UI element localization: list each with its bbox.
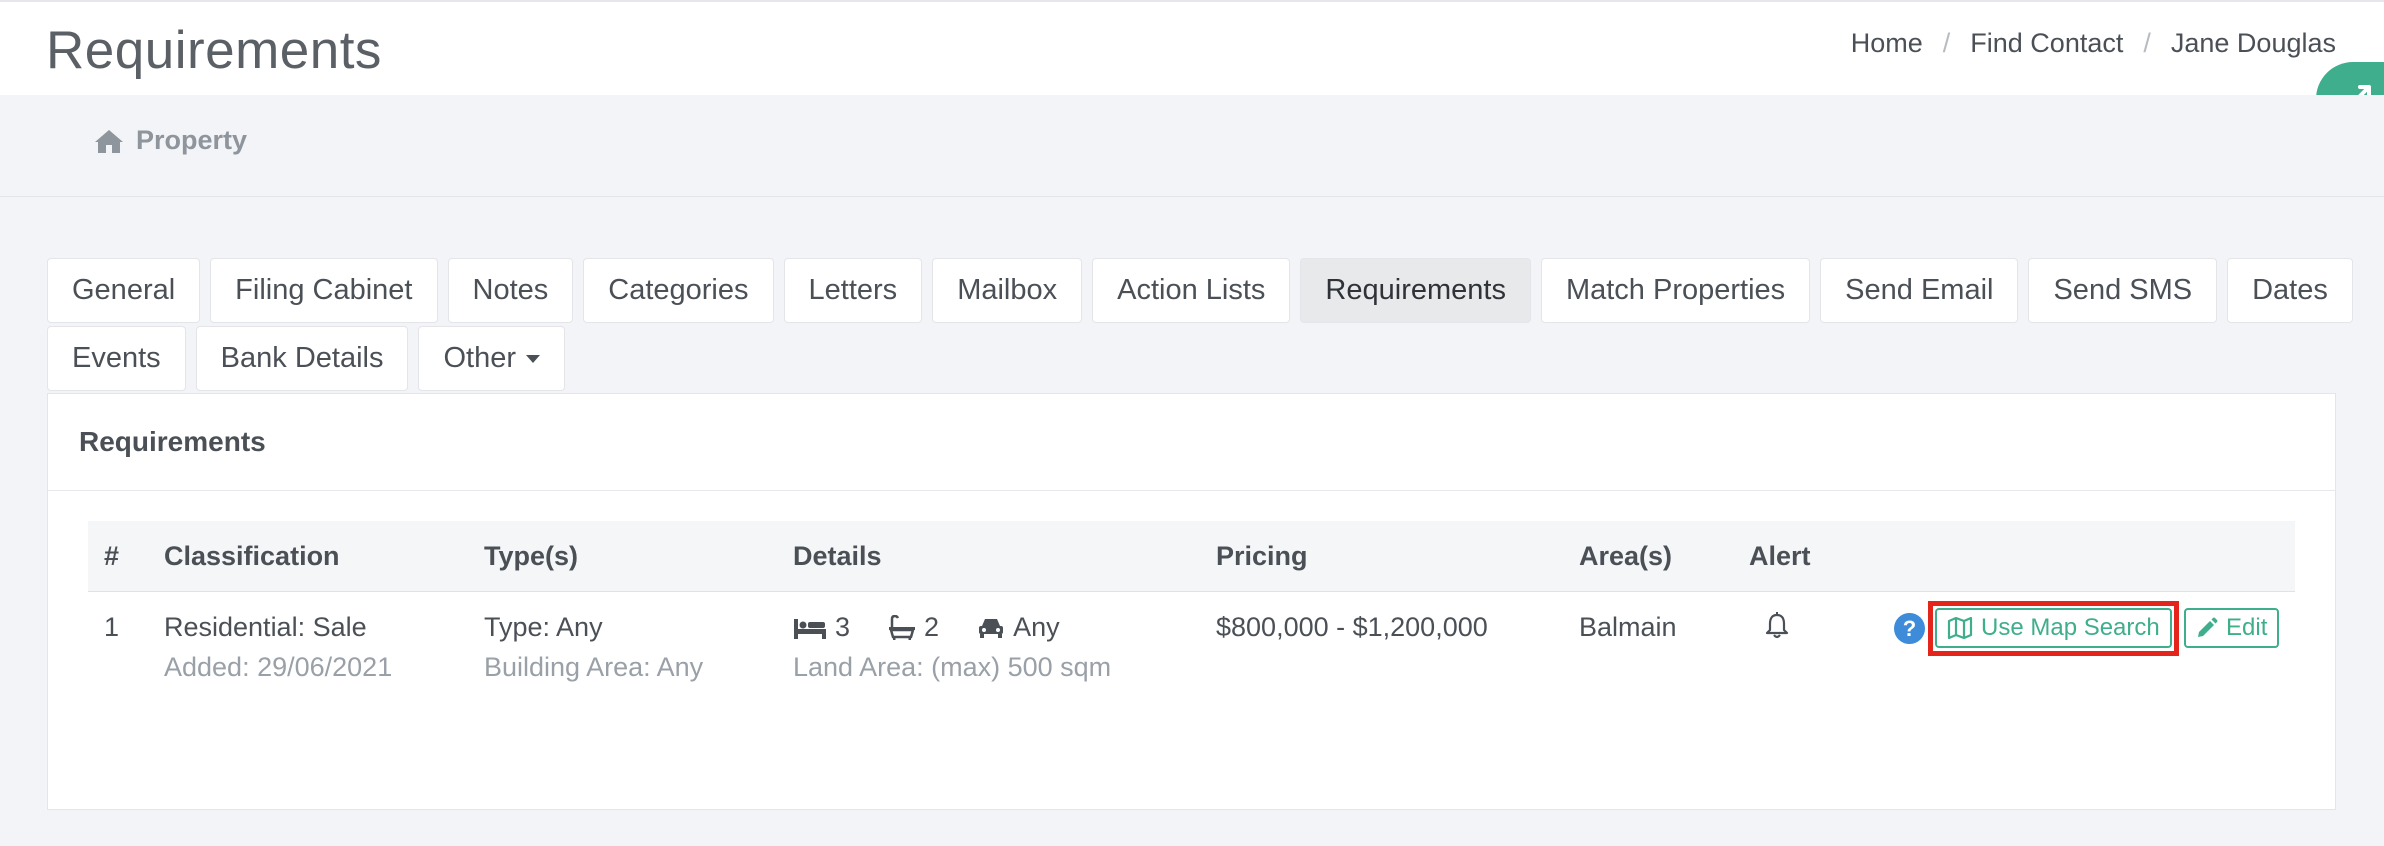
bedrooms-count: 3 xyxy=(835,612,851,642)
bedrooms: 3 xyxy=(793,612,850,643)
building-area-value: Building Area: Any xyxy=(484,652,704,682)
car-spaces: Any xyxy=(977,612,1060,643)
edit-label: Edit xyxy=(2226,614,2268,641)
details-features: 3 2 Any xyxy=(793,612,1111,643)
col-pricing: Pricing xyxy=(1216,541,1308,571)
breadcrumb-separator: / xyxy=(2143,28,2151,58)
col-number: # xyxy=(104,541,120,571)
breadcrumb-separator: / xyxy=(1942,28,1951,58)
col-alert: Alert xyxy=(1749,541,1811,571)
tab-filing-cabinet[interactable]: Filing Cabinet xyxy=(210,258,438,323)
breadcrumb: Home / Find Contact / Jane Douglas xyxy=(1851,28,2336,59)
breadcrumb-find-contact[interactable]: Find Contact xyxy=(1970,28,2123,59)
tabs-row-2: Events Bank Details Other xyxy=(47,326,566,391)
classification-value: Residential: Sale xyxy=(164,612,367,642)
details-cell: 3 2 Any Land Area: (max) 500 sqm xyxy=(793,612,1111,683)
pencil-icon xyxy=(2198,617,2218,637)
highlight-annotation-box xyxy=(1928,601,2179,656)
bell-icon xyxy=(1765,612,1789,639)
tab-other-dropdown[interactable]: Other xyxy=(418,326,566,391)
property-section-label: Property xyxy=(136,125,248,155)
row-number: 1 xyxy=(104,612,120,642)
tab-send-email[interactable]: Send Email xyxy=(1820,258,2019,323)
help-icon[interactable]: ? xyxy=(1894,613,1925,644)
tab-action-lists[interactable]: Action Lists xyxy=(1092,258,1291,323)
panel-title: Requirements xyxy=(48,394,2335,491)
breadcrumb-current: Jane Douglas xyxy=(2170,28,2336,58)
tabs-row-1: General Filing Cabinet Notes Categories … xyxy=(47,258,2353,323)
bathrooms: 2 xyxy=(888,612,939,643)
tab-bank-details[interactable]: Bank Details xyxy=(195,326,409,391)
tab-events[interactable]: Events xyxy=(47,326,186,391)
col-details: Details xyxy=(793,541,882,571)
table-row: 1 Residential: Sale Added: 29/06/2021 Ty… xyxy=(88,592,2295,702)
home-icon xyxy=(95,129,123,153)
bathrooms-count: 2 xyxy=(924,612,940,642)
type-value: Type: Any xyxy=(484,612,603,642)
section-bar: Property xyxy=(0,95,2384,197)
bath-icon xyxy=(889,614,916,640)
tab-send-sms[interactable]: Send SMS xyxy=(2028,258,2218,323)
bed-icon xyxy=(794,618,826,639)
tab-letters[interactable]: Letters xyxy=(783,258,923,323)
pricing-value: $800,000 - $1,200,000 xyxy=(1216,612,1488,642)
table-header: # Classification Type(s) Details Pricing… xyxy=(88,521,2295,592)
classification-cell: Residential: Sale Added: 29/06/2021 xyxy=(164,612,392,683)
requirements-table: # Classification Type(s) Details Pricing… xyxy=(88,521,2295,702)
tab-match-properties[interactable]: Match Properties xyxy=(1540,258,1811,323)
property-section-link[interactable]: Property xyxy=(94,125,247,156)
col-classification: Classification xyxy=(164,541,340,571)
added-date: Added: 29/06/2021 xyxy=(164,652,393,682)
tab-requirements[interactable]: Requirements xyxy=(1300,258,1531,323)
land-area-value: Land Area: (max) 500 sqm xyxy=(793,652,1112,682)
tab-mailbox[interactable]: Mailbox xyxy=(932,258,1083,323)
tab-other-label: Other xyxy=(443,342,517,374)
car-spaces-value: Any xyxy=(1013,612,1060,642)
edit-button[interactable]: Edit xyxy=(2184,608,2280,648)
col-types: Type(s) xyxy=(484,541,579,571)
car-icon xyxy=(979,618,1004,638)
area-value: Balmain xyxy=(1579,612,1677,642)
requirements-panel: Requirements # Classification Type(s) De… xyxy=(47,393,2336,810)
tab-categories[interactable]: Categories xyxy=(583,258,774,323)
breadcrumb-home[interactable]: Home xyxy=(1851,28,1923,59)
types-cell: Type: Any Building Area: Any xyxy=(484,612,703,683)
tab-notes[interactable]: Notes xyxy=(447,258,574,323)
col-areas: Area(s) xyxy=(1579,541,1673,571)
caret-down-icon xyxy=(526,354,541,363)
top-header: Requirements Home / Find Contact / Jane … xyxy=(0,0,2384,95)
tab-general[interactable]: General xyxy=(47,258,201,323)
page-title: Requirements xyxy=(46,21,382,80)
alert-bell-button[interactable] xyxy=(1765,612,1789,647)
tab-dates[interactable]: Dates xyxy=(2227,258,2353,323)
